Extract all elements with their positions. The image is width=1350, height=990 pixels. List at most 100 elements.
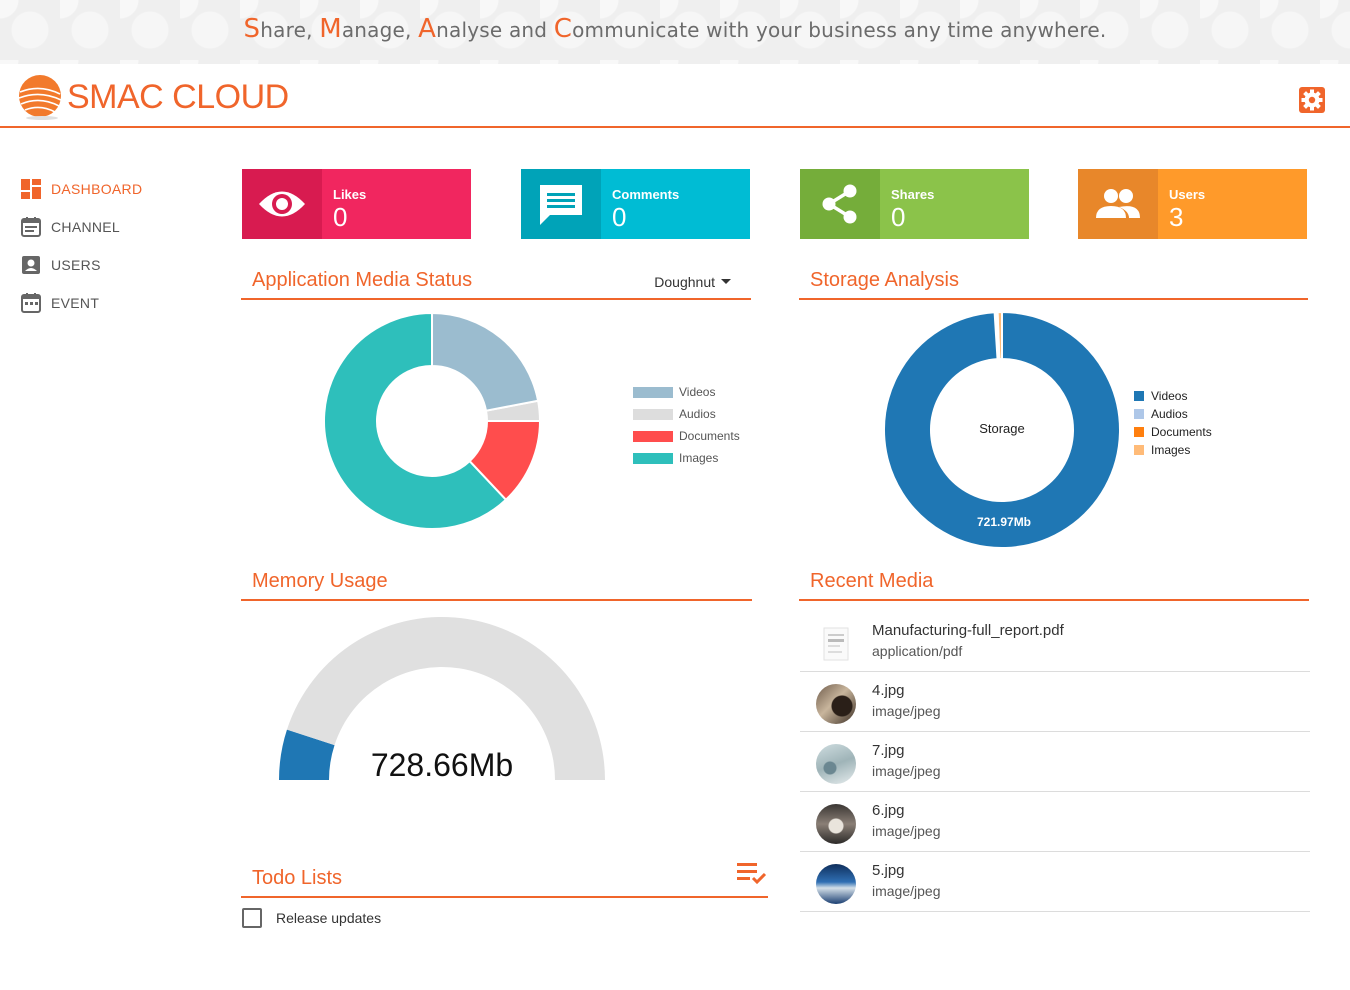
banner-text-part: hare, (260, 18, 320, 42)
sidebar-item-label: CHANNEL (51, 219, 121, 235)
memory-value-label: 728.66Mb (371, 747, 513, 783)
banner-cap: M (319, 14, 342, 44)
list-item[interactable]: 7.jpg image/jpeg (800, 732, 1310, 792)
banner-cap: C (553, 14, 573, 44)
banner-tagline: Share, Manage, Analyse and Communicate w… (244, 14, 1107, 44)
playlist-check-icon[interactable] (736, 860, 768, 888)
likes-card[interactable]: Likes 0 (242, 169, 471, 239)
legend-item-documents: Documents (1134, 423, 1212, 441)
users-icon (22, 256, 40, 274)
comment-icon (540, 185, 582, 225)
legend-swatch (633, 452, 673, 464)
media-file-type: application/pdf (872, 643, 963, 659)
legend-swatch (1134, 391, 1144, 401)
legend-item-audios: Audios (1134, 405, 1212, 423)
todo-item: Release updates (242, 908, 381, 928)
media-file-name: Manufacturing-full_report.pdf (872, 622, 1064, 639)
legend-item-images: Images (633, 447, 740, 469)
shares-label: Shares (891, 187, 935, 202)
memory-header: Memory Usage (241, 567, 752, 601)
comments-label: Comments (612, 187, 680, 202)
media-file-type: image/jpeg (872, 823, 941, 839)
legend-label: Documents (679, 429, 740, 443)
list-item[interactable]: 5.jpg image/jpeg (800, 852, 1310, 912)
event-icon (21, 293, 41, 313)
legend-swatch (1134, 427, 1144, 437)
users-label: Users (1169, 187, 1206, 202)
likes-value: 0 (333, 202, 348, 232)
shares-value: 0 (891, 202, 906, 232)
legend-label: Documents (1151, 425, 1212, 439)
media-file-type: image/jpeg (872, 883, 941, 899)
legend-swatch (1134, 445, 1144, 455)
banner-text-part: anage, (341, 18, 419, 42)
channel-icon (21, 217, 41, 237)
smac-logo-icon (18, 75, 62, 120)
media-file-type: image/jpeg (872, 763, 941, 779)
settings-gear-icon[interactable] (1298, 86, 1326, 114)
sidebar-item-users[interactable]: USERS (20, 246, 220, 284)
image-thumbnail (816, 804, 856, 844)
legend-label: Audios (1151, 407, 1188, 421)
memory-gauge-chart: 728.66Mb (279, 617, 605, 783)
legend-label: Videos (679, 385, 716, 399)
legend-swatch (633, 386, 673, 398)
comments-card[interactable]: Comments 0 (521, 169, 750, 239)
dashboard-icon (21, 179, 41, 199)
likes-icon-box (242, 169, 322, 239)
storage-center-label: Storage (979, 421, 1025, 436)
sidebar-item-channel[interactable]: CHANNEL (20, 208, 220, 246)
legend-label: Images (1151, 443, 1191, 457)
storage-title: Storage Analysis (810, 269, 959, 291)
legend-item-documents: Documents (633, 425, 740, 447)
storage-value-label: 721.97Mb (977, 515, 1031, 529)
sidebar-item-dashboard[interactable]: DASHBOARD (20, 170, 220, 208)
sidebar-item-event[interactable]: EVENT (20, 284, 220, 322)
caret-down-icon (721, 279, 731, 284)
image-thumbnail (816, 684, 856, 724)
share-icon (822, 184, 857, 224)
legend-item-videos: Videos (633, 381, 740, 403)
media-status-doughnut-chart (323, 311, 542, 530)
legend-swatch (633, 430, 673, 442)
users-card[interactable]: Users 3 (1078, 169, 1307, 239)
storage-legend: Videos Audios Documents Images (1134, 387, 1212, 459)
list-item[interactable]: Manufacturing-full_report.pdf applicatio… (800, 612, 1310, 672)
todo-checkbox[interactable] (242, 908, 262, 928)
media-file-name: 7.jpg (872, 742, 905, 759)
donut-slice-videos (431, 311, 540, 412)
top-banner: Share, Manage, Analyse and Communicate w… (0, 0, 1350, 64)
storage-header: Storage Analysis (799, 266, 1308, 300)
shares-icon-box (800, 169, 880, 239)
sidebar-nav: DASHBOARD CHANNEL USERS EVENT (20, 170, 220, 322)
todo-item-label: Release updates (276, 910, 382, 926)
group-icon (1096, 189, 1140, 218)
legend-swatch (633, 408, 673, 420)
list-item[interactable]: 4.jpg image/jpeg (800, 672, 1310, 732)
media-file-name: 5.jpg (872, 862, 905, 879)
legend-swatch (1134, 409, 1144, 419)
app-header: SMAC CLOUD (0, 64, 1350, 128)
banner-cap: A (418, 14, 437, 44)
legend-item-audios: Audios (633, 403, 740, 425)
banner-text-part: ommunicate with your business any time a… (572, 18, 1107, 42)
memory-title: Memory Usage (252, 570, 388, 592)
comments-value: 0 (612, 202, 627, 232)
image-thumbnail (816, 864, 856, 904)
brand-name: SMAC CLOUD (67, 78, 289, 116)
shares-card[interactable]: Shares 0 (800, 169, 1029, 239)
sidebar-item-label: EVENT (51, 295, 100, 311)
chart-type-dropdown[interactable]: Doughnut (654, 274, 731, 290)
users-icon-box (1078, 169, 1158, 239)
list-item[interactable]: 6.jpg image/jpeg (800, 792, 1310, 852)
legend-label: Audios (679, 407, 716, 421)
likes-label: Likes (333, 187, 367, 202)
legend-item-images: Images (1134, 441, 1212, 459)
media-file-name: 6.jpg (872, 802, 905, 819)
image-thumbnail (816, 744, 856, 784)
sidebar-item-label: DASHBOARD (51, 181, 143, 197)
users-value: 3 (1169, 202, 1184, 232)
banner-text-part: nalyse and (436, 18, 554, 42)
media-file-name: 4.jpg (872, 682, 905, 699)
todo-header: Todo Lists (241, 863, 768, 898)
